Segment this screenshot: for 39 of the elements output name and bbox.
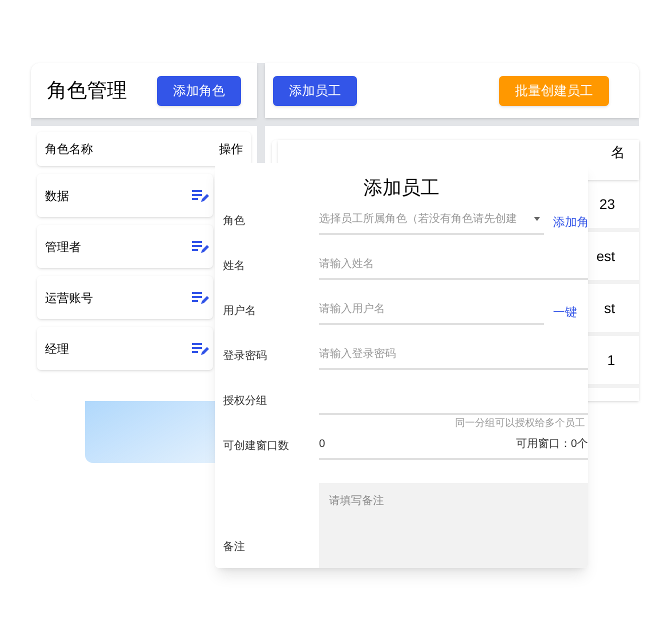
field-label: 角色 bbox=[222, 214, 246, 229]
edit-icon[interactable] bbox=[191, 290, 209, 304]
caret-icon bbox=[534, 217, 540, 221]
input-field[interactable]: 请输入登录密码 bbox=[319, 340, 588, 370]
edit-icon[interactable] bbox=[191, 188, 209, 202]
field-label: 备注 bbox=[222, 540, 246, 554]
add-role-button[interactable]: 添加角色 bbox=[157, 76, 241, 106]
edit-icon[interactable] bbox=[191, 342, 209, 356]
role-name: 数据 bbox=[45, 188, 69, 204]
role-name: 经理 bbox=[45, 340, 69, 358]
edit-icon[interactable] bbox=[191, 240, 209, 254]
side-link[interactable]: 添加角 bbox=[544, 205, 588, 231]
hint-text: 同一分组可以授权给多个员工 bbox=[454, 416, 586, 431]
field-label: 用户名 bbox=[222, 304, 257, 319]
role-row[interactable]: 数据 bbox=[37, 174, 213, 217]
dialog-title: 添加员工 bbox=[364, 178, 440, 199]
side-link[interactable]: 一键 bbox=[544, 295, 577, 321]
role-row[interactable]: 经理 bbox=[37, 327, 213, 370]
table-cell-text: st bbox=[604, 298, 615, 318]
add-staff-button[interactable]: 添加员工 bbox=[273, 76, 357, 106]
field-label: 姓名 bbox=[222, 259, 246, 274]
role-row[interactable]: 运营账号 bbox=[37, 276, 213, 319]
role-name: 管理者 bbox=[45, 238, 81, 256]
column-header: 操作 bbox=[219, 141, 243, 158]
field-label: 登录密码 bbox=[222, 348, 268, 364]
column-header: 名 bbox=[611, 143, 625, 162]
field-label: 可创建窗口数 bbox=[222, 438, 290, 454]
input-field[interactable]: 请输入用户名 bbox=[319, 295, 544, 325]
field-label: 授权分组 bbox=[222, 394, 268, 409]
panel-title: 角色管理 bbox=[47, 78, 127, 104]
role-row[interactable]: 管理者 bbox=[37, 225, 213, 268]
input-field[interactable]: 请输入姓名 bbox=[319, 250, 588, 280]
table-cell-text: 23 bbox=[599, 194, 615, 214]
table-cell-text: 1 bbox=[607, 350, 615, 370]
column-header: 角色名称 bbox=[45, 141, 93, 158]
table-cell-text: est bbox=[596, 246, 615, 266]
input-field[interactable]: 0 可用窗口：0个 bbox=[319, 430, 588, 460]
remark-field[interactable]: 请填写备注 bbox=[319, 483, 588, 568]
role-name: 运营账号 bbox=[45, 290, 93, 306]
